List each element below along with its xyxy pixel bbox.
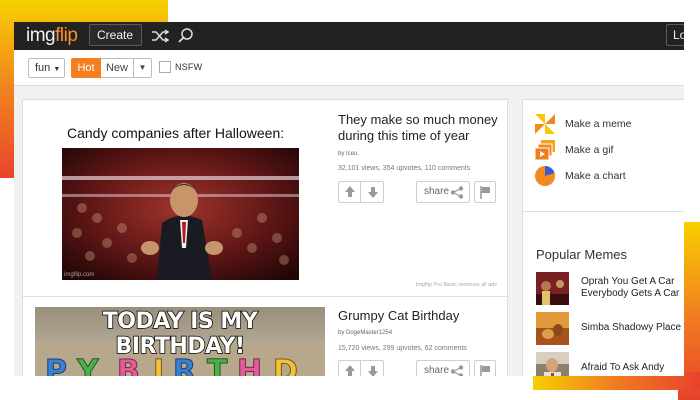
meme-top-text: TODAY IS MY BIRTHDAY! <box>102 308 259 360</box>
share-icon <box>450 365 464 376</box>
arrow-down-icon <box>368 187 378 198</box>
make-gif-label: Make a gif <box>565 144 614 156</box>
arrow-up-icon <box>345 186 355 197</box>
top-nav: imgflip Create ▼ Lo <box>14 22 684 61</box>
downvote-button[interactable] <box>362 361 384 376</box>
ad-removal-note[interactable]: Imgflip Pro Basic removes all ads <box>416 282 497 288</box>
make-meme-link[interactable]: Make a meme <box>535 114 684 134</box>
site-logo[interactable]: imgflip <box>26 25 78 47</box>
meme-thumbnail <box>536 312 569 345</box>
filter-bar: fun ▼ Hot New ▼ NSFW <box>14 50 684 86</box>
pie-chart-icon <box>535 166 555 186</box>
sort-dropdown-button[interactable]: ▼ <box>134 58 152 78</box>
popular-meme-item[interactable]: Oprah You Get A Car Everybody Gets A Car <box>536 272 684 306</box>
logo-text-img: img <box>26 25 56 46</box>
shuffle-icon[interactable] <box>151 27 169 45</box>
nsfw-label: NSFW <box>175 62 203 72</box>
arrow-up-icon <box>345 365 355 376</box>
meme-gif-illustration <box>62 148 299 280</box>
post-title[interactable]: Grumpy Cat Birthday <box>338 308 503 324</box>
make-chart-link[interactable]: Make a chart <box>535 166 684 186</box>
flag-button[interactable] <box>474 181 496 203</box>
popular-meme-item[interactable]: Simba Shadowy Place <box>536 312 684 346</box>
arrow-down-icon <box>368 366 378 376</box>
popular-meme-label: Afraid To Ask Andy <box>581 362 665 373</box>
meme-pinwheel-icon <box>535 114 555 134</box>
create-button[interactable]: Create ▼ <box>89 24 142 61</box>
make-chart-label: Make a chart <box>565 170 626 182</box>
meme-image[interactable]: imgflip.com <box>62 148 299 280</box>
flag-button[interactable] <box>474 360 496 376</box>
meme-image[interactable]: P Y B I R T H D TODAY IS MY BIRTHDAY! <box>35 307 325 376</box>
create-links-card: Make a meme Make a gif Make a chart <box>522 99 684 215</box>
category-select[interactable]: fun ▼ <box>28 58 65 78</box>
meme-watermark: imgflip.com <box>64 272 95 278</box>
popular-meme-label: Simba Shadowy Place <box>581 322 682 333</box>
nsfw-checkbox[interactable] <box>159 61 171 73</box>
share-button[interactable]: share <box>416 360 470 376</box>
feed-post: Candy companies after Halloween: imgflip… <box>23 100 509 296</box>
category-select-value: fun <box>35 62 51 74</box>
popular-meme-label: Oprah You Get A Car Everybody Gets A Car <box>581 276 680 299</box>
gif-frames-icon <box>535 140 555 160</box>
browser-screen: imgflip Create ▼ Lo fun ▼ Hot New ▼ NSFW <box>14 22 684 376</box>
popular-memes-card: Popular Memes Oprah You Get A Car Everyb… <box>522 211 684 376</box>
meme-feed: Candy companies after Halloween: imgflip… <box>22 99 509 376</box>
meme-thumbnail <box>536 272 569 305</box>
search-icon[interactable] <box>177 27 195 45</box>
flag-icon <box>480 186 490 199</box>
post-title[interactable]: They make so much money during this time… <box>338 112 503 144</box>
meme-thumbnail <box>536 352 569 376</box>
popular-memes-title: Popular Memes <box>536 247 628 262</box>
share-button-label: share <box>424 365 450 376</box>
caret-down-icon: ▼ <box>53 66 61 73</box>
tab-new[interactable]: New <box>101 58 134 78</box>
post-stats: 15,720 views, 299 upvotes, 62 comments <box>338 345 467 352</box>
login-button[interactable]: Lo <box>666 24 684 46</box>
downvote-button[interactable] <box>362 182 384 202</box>
login-button-label: Lo <box>673 28 684 42</box>
share-button-label: share <box>424 186 450 197</box>
post-stats: 32,101 views, 354 upvotes, 110 comments <box>338 165 471 172</box>
meme-caption: Candy companies after Halloween: <box>67 125 285 141</box>
flag-icon <box>480 365 490 376</box>
popular-meme-item[interactable]: Afraid To Ask Andy <box>536 352 684 376</box>
vote-group <box>338 360 384 376</box>
share-icon <box>450 186 464 199</box>
make-gif-link[interactable]: Make a gif <box>535 140 684 160</box>
logo-text-flip: flip <box>55 25 78 46</box>
make-meme-label: Make a meme <box>565 118 632 130</box>
share-button[interactable]: share <box>416 181 470 203</box>
upvote-button[interactable] <box>339 182 361 202</box>
post-author[interactable]: by Iceu. <box>338 151 359 157</box>
post-author[interactable]: by DogeMaster1254 <box>338 330 392 336</box>
vote-group <box>338 181 384 203</box>
feed-post: P Y B I R T H D TODAY IS MY BIRTHDAY! Gr… <box>23 296 509 376</box>
tab-hot[interactable]: Hot <box>71 58 101 78</box>
create-button-label: Create <box>97 28 134 42</box>
upvote-button[interactable] <box>339 361 361 376</box>
